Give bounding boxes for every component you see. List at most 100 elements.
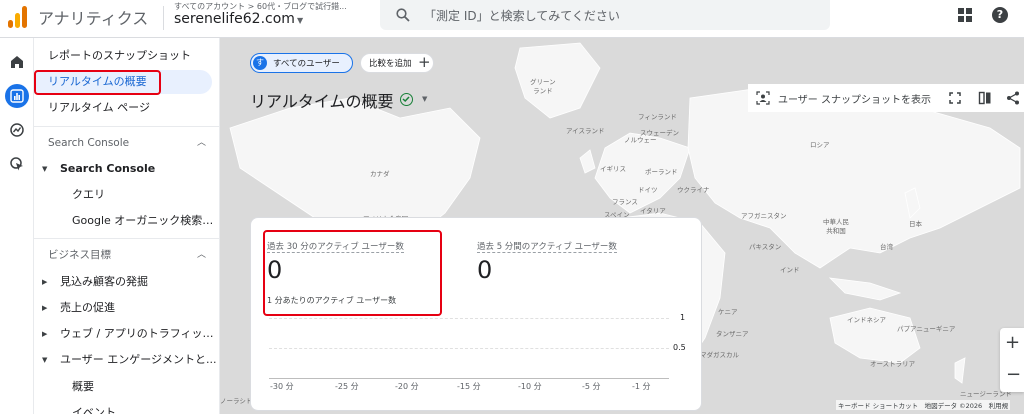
map-label: オーストラリア bbox=[870, 360, 916, 368]
x-tick-label: -1 分 bbox=[632, 382, 651, 391]
expand-arrow-icon: ▶ bbox=[42, 278, 48, 286]
chart-x-axis bbox=[269, 378, 669, 379]
nav-item-snapshot[interactable]: レポートのスナップショット bbox=[34, 44, 219, 68]
segment-label: すべてのユーザー bbox=[273, 59, 340, 69]
nav-group-label: ウェブ / アプリのトラフィック... bbox=[60, 327, 220, 340]
map-label: カナダ bbox=[370, 170, 390, 178]
x-tick-label: -20 分 bbox=[395, 382, 419, 391]
map-label: ポーランド bbox=[645, 168, 678, 176]
left-rail bbox=[0, 38, 34, 414]
map-zoom-control: + − bbox=[1000, 328, 1024, 392]
check-circle-icon[interactable] bbox=[400, 93, 413, 106]
apps-grid-icon[interactable] bbox=[958, 8, 972, 22]
nav-section-label: Search Console bbox=[48, 137, 130, 149]
header-divider bbox=[163, 6, 164, 30]
map-label: ノーラシド bbox=[220, 397, 253, 405]
highlight-box bbox=[34, 70, 161, 95]
map-label: ケニア bbox=[718, 308, 738, 316]
map-label: フランス bbox=[612, 198, 638, 206]
advertising-icon[interactable] bbox=[5, 152, 29, 176]
home-icon[interactable] bbox=[5, 50, 29, 74]
chevron-down-icon: ▼ bbox=[296, 16, 304, 25]
map-label: ドイツ bbox=[638, 186, 658, 194]
chevron-down-icon[interactable]: ▼ bbox=[422, 95, 427, 103]
map-label: マダガスカル bbox=[700, 351, 739, 359]
nav-group-traffic[interactable]: ▶ ウェブ / アプリのトラフィック... bbox=[34, 322, 220, 346]
expand-arrow-icon: ▼ bbox=[42, 356, 48, 364]
reports-icon[interactable] bbox=[5, 84, 29, 108]
nav-divider bbox=[34, 238, 219, 239]
nav-section-search-console[interactable]: Search Console ︿ bbox=[34, 131, 219, 155]
help-icon[interactable]: ? bbox=[992, 7, 1008, 23]
explore-icon[interactable] bbox=[5, 118, 29, 142]
nav-group-engagement[interactable]: ▼ ユーザー エンゲージメントと... bbox=[34, 348, 219, 372]
app-title: アナリティクス bbox=[38, 9, 149, 28]
user-snapshot-icon[interactable] bbox=[756, 91, 770, 105]
nav-item-organic-search[interactable]: Google オーガニック検索レ... bbox=[34, 209, 219, 233]
search-icon bbox=[396, 8, 410, 22]
map-label: ウクライナ bbox=[677, 186, 710, 194]
x-tick-label: -25 分 bbox=[335, 382, 359, 391]
map-label: グリーン ランド bbox=[530, 78, 556, 95]
x-tick-label: -30 分 bbox=[270, 382, 294, 391]
map-label: パキスタン bbox=[749, 243, 782, 251]
x-tick-label: -15 分 bbox=[457, 382, 481, 391]
map-label: 中華人民 共和国 bbox=[823, 218, 849, 235]
nav-group-leads[interactable]: ▶ 見込み顧客の発掘 bbox=[34, 270, 219, 294]
top-bar: アナリティクス すべてのアカウント > 60代・ブログで試行錯... seren… bbox=[0, 0, 1024, 38]
nav-group-label: Search Console bbox=[60, 162, 156, 175]
analytics-logo-icon[interactable] bbox=[8, 4, 28, 28]
map-label: インドネシア bbox=[847, 316, 886, 324]
page-title: リアルタイムの概要 bbox=[250, 92, 394, 111]
map-label: イギリス bbox=[600, 165, 626, 173]
zoom-out-button[interactable]: − bbox=[1006, 364, 1021, 385]
search-input[interactable]: 「測定 ID」と検索してみてください bbox=[380, 0, 830, 30]
y-tick-label: 1 bbox=[680, 313, 686, 322]
map-label: ノルウェー bbox=[624, 136, 657, 144]
map-label: ロシア bbox=[810, 141, 830, 149]
map-label: タンザニア bbox=[716, 330, 749, 338]
expand-arrow-icon: ▼ bbox=[42, 165, 48, 173]
map-label: アイスランド bbox=[566, 127, 605, 135]
compare-columns-icon[interactable] bbox=[978, 91, 992, 105]
plus-icon: + bbox=[418, 53, 431, 71]
nav-section-label: ビジネス目標 bbox=[48, 249, 111, 261]
segment-avatar: す bbox=[253, 56, 267, 70]
search-placeholder: 「測定 ID」と検索してみてください bbox=[424, 9, 620, 23]
chevron-up-icon: ︿ bbox=[196, 250, 206, 260]
nav-item-queries[interactable]: クエリ bbox=[34, 183, 219, 207]
metric-5min-value: 0 bbox=[477, 256, 493, 284]
add-comparison-label: 比較を追加 bbox=[369, 59, 412, 69]
nav-group-label: 売上の促進 bbox=[60, 301, 115, 314]
chevron-up-icon: ︿ bbox=[196, 138, 206, 148]
nav-section-business-goals[interactable]: ビジネス目標 ︿ bbox=[34, 243, 219, 267]
nav-group-label: 見込み顧客の発掘 bbox=[60, 275, 148, 288]
nav-item-overview[interactable]: 概要 bbox=[34, 375, 219, 399]
metric-5min-label[interactable]: 過去 5 分間のアクティブ ユーザー数 bbox=[477, 240, 617, 253]
map-attribution: キーボード ショートカット 地図データ ©2026 利用規 bbox=[836, 400, 1011, 410]
fullscreen-icon[interactable] bbox=[948, 91, 962, 105]
map-label: パプアニューギニア bbox=[897, 325, 956, 333]
add-comparison-button[interactable]: 比較を追加 + bbox=[360, 53, 434, 73]
nav-item-events[interactable]: イベント bbox=[34, 401, 219, 414]
nav-item-realtime-pages[interactable]: リアルタイム ページ bbox=[34, 96, 219, 120]
x-tick-label: -10 分 bbox=[518, 382, 542, 391]
nav-group-sales[interactable]: ▶ 売上の促進 bbox=[34, 296, 219, 320]
nav-group-search-console[interactable]: ▼ Search Console bbox=[34, 157, 219, 181]
expand-arrow-icon: ▶ bbox=[42, 304, 48, 312]
highlight-box bbox=[263, 230, 442, 316]
zoom-in-button[interactable]: + bbox=[1005, 332, 1020, 353]
nav-divider bbox=[34, 126, 219, 127]
property-selector[interactable]: serenelife62.com ▼ bbox=[174, 11, 303, 27]
map-label: アフガニスタン bbox=[741, 212, 787, 220]
user-snapshot-button[interactable]: ユーザー スナップショットを表示 bbox=[778, 91, 931, 106]
chart-gridline bbox=[269, 348, 669, 349]
map-label: イタリア bbox=[640, 207, 666, 215]
expand-arrow-icon: ▶ bbox=[42, 330, 48, 338]
map-label: 日本 bbox=[909, 220, 922, 228]
segment-chip-all-users[interactable]: す すべてのユーザー bbox=[250, 53, 353, 73]
report-toolbar: ユーザー スナップショットを表示 bbox=[748, 84, 1024, 112]
share-icon[interactable] bbox=[1006, 91, 1020, 105]
y-tick-label: 0.5 bbox=[673, 343, 686, 352]
map-label: 台湾 bbox=[880, 243, 893, 251]
